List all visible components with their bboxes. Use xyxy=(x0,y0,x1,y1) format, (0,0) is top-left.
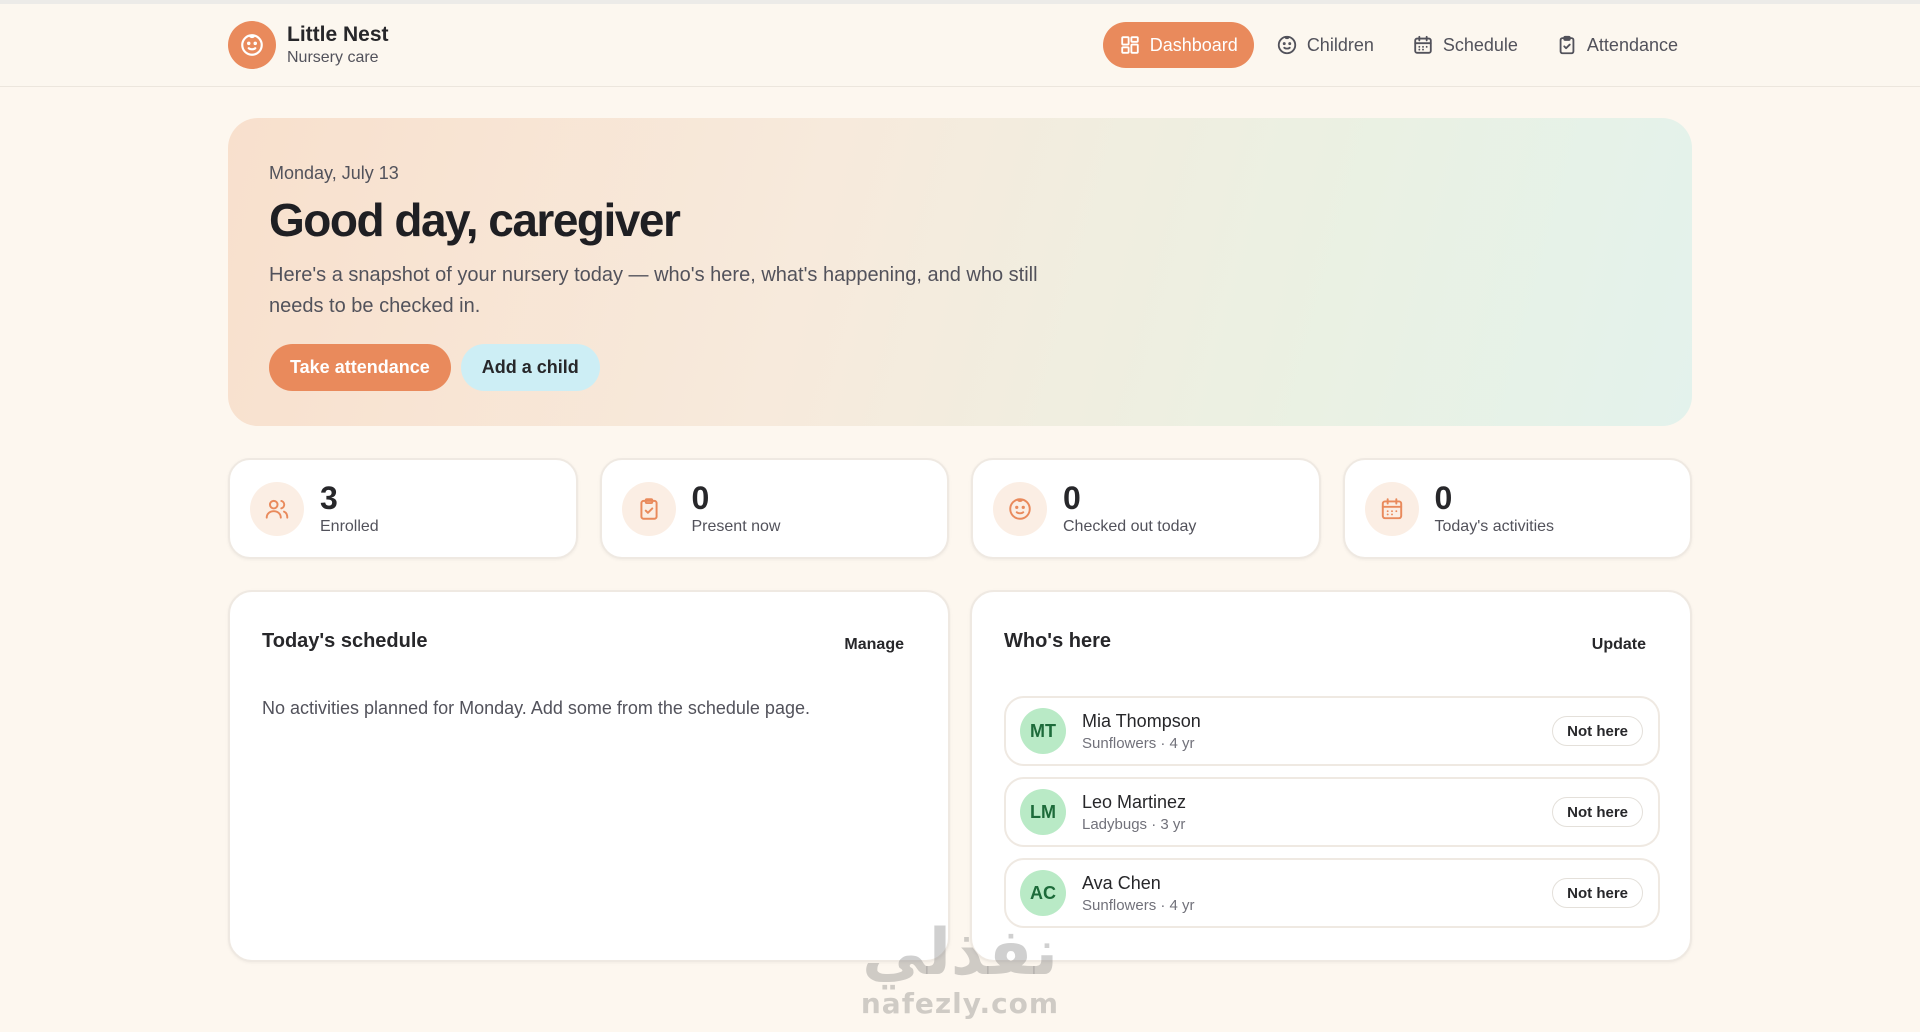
child-meta: Sunflowers · 4 yr xyxy=(1082,735,1195,752)
smile-face-icon xyxy=(1277,35,1296,55)
children-list: MT Mia Thompson Sunflowers · 4 yr Not he… xyxy=(1004,696,1660,928)
status-badge: Not here xyxy=(1552,797,1643,827)
clipboard-icon xyxy=(1559,35,1575,55)
watermark: نفذلي nafezly.com xyxy=(840,918,1080,1020)
hero-actions: Take attendance Add a child xyxy=(269,344,1651,391)
child-meta: Sunflowers · 4 yr xyxy=(1082,897,1195,914)
hero-date: Monday, July 13 xyxy=(269,163,399,183)
avatar: MT xyxy=(1020,708,1066,754)
stat-enrolled-label: Enrolled xyxy=(320,518,379,535)
whos-here-title: Who's here xyxy=(1004,630,1111,652)
stat-enrolled-value: 3 xyxy=(320,480,338,516)
child-name: Ava Chen xyxy=(1082,873,1161,893)
child-meta: Ladybugs · 3 yr xyxy=(1082,816,1186,833)
welcome-hero: Monday, July 13 Good day, caregiver Here… xyxy=(228,118,1692,426)
stat-activities-value: 0 xyxy=(1434,480,1453,516)
schedule-empty-message: No activities planned for Monday. Add so… xyxy=(262,698,810,718)
nav-attendance[interactable]: Attendance xyxy=(1540,22,1694,68)
stat-enrolled: 3 Enrolled xyxy=(228,458,578,559)
brand[interactable]: Little Nest Nursery care xyxy=(228,21,389,69)
stat-checked-out: 0 Checked out today xyxy=(971,458,1321,559)
status-badge: Not here xyxy=(1552,716,1643,746)
nav-schedule-label: Schedule xyxy=(1442,34,1518,55)
add-child-button[interactable]: Add a child xyxy=(460,344,600,391)
nav-attendance-label: Attendance xyxy=(1586,34,1678,55)
update-attendance-link[interactable]: Update xyxy=(1592,636,1646,654)
app-header: Little Nest Nursery care Dashboard Child… xyxy=(0,4,1920,87)
stat-checked-out-value: 0 xyxy=(1063,480,1081,516)
nav-schedule[interactable]: Schedule xyxy=(1396,22,1534,68)
brand-name: Little Nest xyxy=(287,22,389,46)
brand-subtitle: Nursery care xyxy=(287,48,379,66)
nav-dashboard-label: Dashboard xyxy=(1149,34,1238,55)
whos-here-panel: Who's here Update MT Mia Thompson Sunflo… xyxy=(970,590,1692,962)
nav-children[interactable]: Children xyxy=(1260,22,1390,68)
list-item[interactable]: AC Ava Chen Sunflowers · 4 yr Not here xyxy=(1004,858,1660,928)
hero-description: Here's a snapshot of your nursery today … xyxy=(269,264,1038,317)
clipboard-icon xyxy=(621,481,676,536)
status-badge: Not here xyxy=(1552,878,1643,908)
nav-dashboard[interactable]: Dashboard xyxy=(1102,22,1254,68)
smile-face-icon xyxy=(228,21,276,69)
nav-children-label: Children xyxy=(1306,34,1374,55)
stat-checked-out-label: Checked out today xyxy=(1063,518,1197,535)
calendar-icon xyxy=(1364,481,1419,536)
list-item[interactable]: MT Mia Thompson Sunflowers · 4 yr Not he… xyxy=(1004,696,1660,766)
watermark-url: nafezly.com xyxy=(860,987,1060,1020)
take-attendance-button[interactable]: Take attendance xyxy=(269,344,451,391)
main-nav: Dashboard Children Schedule Attendance xyxy=(1102,22,1694,68)
hero-title: Good day, caregiver xyxy=(269,194,681,246)
users-icon xyxy=(250,481,304,536)
child-name: Mia Thompson xyxy=(1082,711,1201,731)
avatar: LM xyxy=(1020,789,1066,835)
smile-face-icon xyxy=(993,481,1047,536)
stat-activities: 0 Today's activities xyxy=(1342,458,1692,559)
stat-present-label: Present now xyxy=(691,518,781,535)
stat-present-value: 0 xyxy=(691,480,710,516)
grid-icon xyxy=(1121,36,1139,54)
manage-schedule-link[interactable]: Manage xyxy=(844,636,904,654)
avatar: AC xyxy=(1020,870,1066,916)
watermark-arabic: نفذلي xyxy=(862,916,1058,990)
stats-row: 3 Enrolled 0 Present now 0 Checked out t… xyxy=(228,458,1692,559)
child-name: Leo Martinez xyxy=(1082,792,1187,812)
schedule-title: Today's schedule xyxy=(262,630,428,652)
schedule-panel: Today's schedule Manage No activities pl… xyxy=(228,590,950,962)
list-item[interactable]: LM Leo Martinez Ladybugs · 3 yr Not here xyxy=(1004,777,1660,847)
stat-present: 0 Present now xyxy=(599,458,949,559)
calendar-icon xyxy=(1414,35,1432,54)
stat-activities-label: Today's activities xyxy=(1434,518,1555,535)
